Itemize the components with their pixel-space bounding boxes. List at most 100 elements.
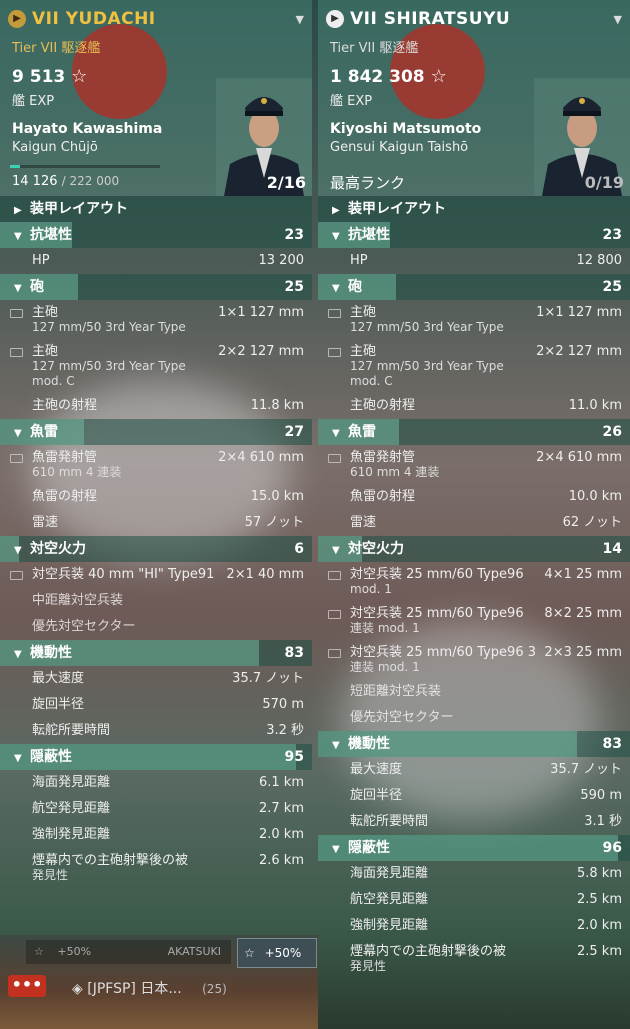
- commander-name[interactable]: Kiyoshi Matsumoto: [330, 121, 481, 137]
- module-icon: [328, 610, 341, 619]
- progress-fill: [10, 165, 20, 168]
- section-header[interactable]: ▼ 抗堪性 23: [318, 222, 630, 248]
- exp-label: 艦 EXP: [12, 94, 55, 109]
- progress-current: 14 126: [12, 174, 58, 189]
- expand-arrow-icon: ▼: [332, 231, 340, 242]
- stat-sublabel: mod. 1: [350, 582, 392, 596]
- dropdown-arrow-icon[interactable]: ▼: [614, 13, 622, 26]
- section-label: ▼ 砲: [332, 279, 362, 295]
- section-label: ▼ 隠蔽性: [14, 749, 72, 765]
- stat-row: 中距離対空兵装: [0, 588, 312, 614]
- bonus-slot-akatsuki[interactable]: ☆ +50% AKATSUKI: [26, 940, 231, 964]
- section-header[interactable]: ▼ 砲 25: [0, 274, 312, 300]
- stat-value: 11.8 km: [250, 398, 304, 413]
- section-header[interactable]: ▼ 魚雷 26: [318, 419, 630, 445]
- section-header[interactable]: ▼ 魚雷 27: [0, 419, 312, 445]
- stat-row: 優先対空セクター: [0, 614, 312, 640]
- ship-exp: 1 842 308 ☆: [330, 66, 447, 87]
- section-header[interactable]: ▼ 砲 25: [318, 274, 630, 300]
- stat-row: 雷速 57 ノット: [0, 510, 312, 536]
- ship-name: VII SHIRATSUYU: [350, 9, 511, 29]
- stat-row: 主砲の射程 11.0 km: [318, 393, 630, 419]
- section-title: 対空火力: [348, 541, 404, 557]
- section-header[interactable]: ▶ 装甲レイアウト: [318, 196, 630, 222]
- expand-arrow-icon: ▼: [332, 740, 340, 751]
- expand-arrow-icon: ▼: [14, 545, 22, 556]
- module-icon: [328, 571, 341, 580]
- section-title: 装甲レイアウト: [30, 201, 128, 217]
- section-header[interactable]: ▼ 機動性 83: [318, 731, 630, 757]
- chat-button[interactable]: •••: [8, 975, 46, 997]
- chat-channel[interactable]: ◈ [JPFSP] 日本... (25): [72, 978, 227, 998]
- stat-value: 3.1 秒: [584, 814, 622, 829]
- stat-label: 転舵所要時間: [32, 723, 111, 738]
- stat-row: 旋回半径 590 m: [318, 783, 630, 809]
- section-value: 23: [602, 227, 622, 243]
- stat-sublabel: 連装 mod. 1: [350, 621, 420, 635]
- section-title: 砲: [30, 279, 44, 295]
- stat-row: 対空兵装 25 mm/60 Type96 3 連装 mod. 1 2×3 25 mm: [318, 640, 630, 679]
- stat-value: 13 200: [258, 253, 305, 268]
- section-header[interactable]: ▶ 装甲レイアウト: [0, 196, 312, 222]
- section-label: ▼ 魚雷: [332, 424, 376, 440]
- stat-row: 主砲 127 mm/50 3rd Year Type 1×1 127 mm: [318, 300, 630, 339]
- dropdown-arrow-icon[interactable]: ▼: [296, 13, 304, 26]
- expand-arrow-icon: ▼: [332, 545, 340, 556]
- bonus-slot-active[interactable]: ☆ +50%: [237, 938, 317, 968]
- section-header[interactable]: ▼ 隠蔽性 95: [0, 744, 312, 770]
- stat-row: 転舵所要時間 3.1 秒: [318, 809, 630, 835]
- section-title: 機動性: [348, 736, 390, 752]
- stat-row: 短距離対空兵装: [318, 679, 630, 705]
- ship-card-right: ▶ VII SHIRATSUYU ▼ Tier VII 駆逐艦 1 842 30…: [318, 0, 630, 1029]
- module-icon: [328, 454, 341, 463]
- stat-value: 2.5 km: [577, 944, 622, 959]
- section-label: ▼ 抗堪性: [14, 227, 72, 243]
- section-header[interactable]: ▼ 隠蔽性 96: [318, 835, 630, 861]
- stat-value: 2×2 127 mm: [218, 344, 304, 359]
- section-label: ▼ 魚雷: [14, 424, 58, 440]
- section-header[interactable]: ▼ 対空火力 14: [318, 536, 630, 562]
- stat-row: 対空兵装 25 mm/60 Type96 mod. 1 4×1 25 mm: [318, 562, 630, 601]
- star-icon: ☆: [430, 66, 447, 87]
- section-header[interactable]: ▼ 機動性 83: [0, 640, 312, 666]
- stat-value: 2×1 40 mm: [226, 567, 304, 582]
- clan-icon: ◈: [72, 981, 83, 997]
- exp-value: 1 842 308: [330, 67, 425, 87]
- stat-row: 優先対空セクター: [318, 705, 630, 731]
- stat-value: 11.0 km: [568, 398, 622, 413]
- section-title: 装甲レイアウト: [348, 201, 446, 217]
- stat-value: 2×4 610 mm: [218, 450, 304, 465]
- stat-value: 2.6 km: [259, 853, 304, 868]
- section-header[interactable]: ▼ 抗堪性 23: [0, 222, 312, 248]
- stat-row: 魚雷発射管 610 mm 4 連装 2×4 610 mm: [318, 445, 630, 484]
- stat-sublabel: 連装 mod. 1: [350, 660, 420, 674]
- expand-arrow-icon: ▼: [14, 283, 22, 294]
- expand-arrow-icon: ▼: [332, 428, 340, 439]
- section-title: 隠蔽性: [348, 840, 390, 856]
- section-value: 26: [602, 424, 622, 440]
- progress-max: / 222 000: [61, 174, 120, 188]
- ship-name: VII YUDACHI: [32, 9, 156, 29]
- stat-sublabel: 発見性: [350, 959, 387, 973]
- bonus-value: +50%: [264, 946, 302, 960]
- stat-sublabel: 610 mm 4 連装: [350, 465, 440, 479]
- stat-row: 強制発見距離 2.0 km: [0, 822, 312, 848]
- star-icon: ☆: [71, 66, 88, 87]
- stat-row: 煙幕内での主砲射撃後の被 発見性 2.5 km: [318, 939, 630, 978]
- section-value: 27: [284, 424, 304, 440]
- stat-value: 12 800: [576, 253, 623, 268]
- commander-points: 2/16: [266, 173, 306, 192]
- section-label: ▶ 装甲レイアウト: [14, 201, 128, 217]
- section-value: 96: [602, 840, 622, 856]
- stat-sublabel: 発見性: [32, 868, 69, 882]
- stat-row: 海面発見距離 6.1 km: [0, 770, 312, 796]
- max-rank-label: 最高ランク: [330, 174, 406, 192]
- stat-value: 1×1 127 mm: [218, 305, 304, 320]
- expand-arrow-icon: ▼: [14, 753, 22, 764]
- stat-sublabel: 127 mm/50 3rd Year Type: [350, 320, 504, 334]
- commander-name[interactable]: Hayato Kawashima: [12, 121, 162, 137]
- star-badge-icon: ☆: [34, 945, 44, 958]
- section-header[interactable]: ▼ 対空火力 6: [0, 536, 312, 562]
- stat-value: 10.0 km: [568, 489, 622, 504]
- stat-row: 主砲 127 mm/50 3rd Year Type mod. C 2×2 127 …: [318, 339, 630, 393]
